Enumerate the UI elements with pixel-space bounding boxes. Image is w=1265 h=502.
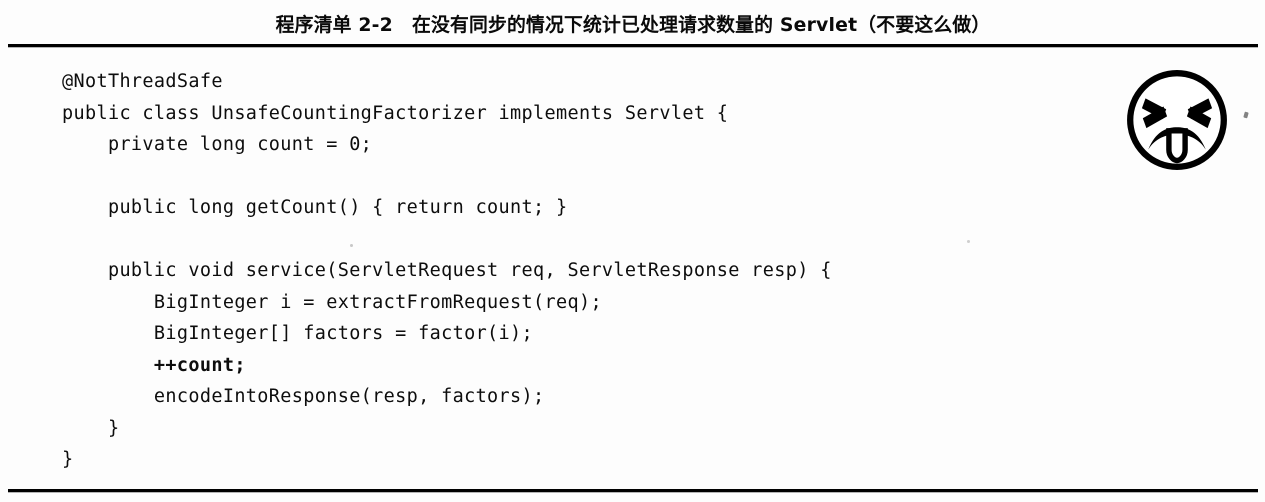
scan-speckle-artifact — [1243, 111, 1249, 119]
code-line: ++count; — [62, 354, 246, 376]
scan-speckle-artifact — [967, 240, 970, 243]
code-line: @NotThreadSafe — [62, 71, 223, 92]
caption-top-rule — [8, 44, 1258, 47]
code-line: public void service(ServletRequest req, … — [62, 260, 832, 281]
code-line: } — [62, 449, 74, 470]
code-line: } — [62, 417, 120, 439]
code-line: encodeIntoResponse(resp, factors); — [62, 386, 545, 407]
listing-page: 程序清单 2-2 在没有同步的情况下统计已处理请求数量的 Servlet（不要这… — [0, 0, 1265, 502]
disgusted-face-do-not-do-this-icon — [1123, 66, 1231, 174]
code-line: BigInteger i = extractFromRequest(req); — [62, 291, 602, 313]
listing-caption-text: 程序清单 2-2 在没有同步的情况下统计已处理请求数量的 Servlet（不要这… — [275, 13, 990, 36]
code-line: public long getCount() { return count; } — [62, 197, 568, 218]
code-line: private long count = 0; — [62, 134, 373, 155]
code-line: public class UnsafeCountingFactorizer im… — [62, 102, 729, 124]
code-line: BigInteger[] factors = factor(i); — [62, 323, 534, 344]
listing-caption: 程序清单 2-2 在没有同步的情况下统计已处理请求数量的 Servlet（不要这… — [0, 6, 1265, 40]
code-listing: @NotThreadSafe public class UnsafeCountin… — [62, 66, 1082, 476]
scan-speckle-artifact — [350, 244, 353, 247]
listing-bottom-rule — [8, 489, 1258, 492]
